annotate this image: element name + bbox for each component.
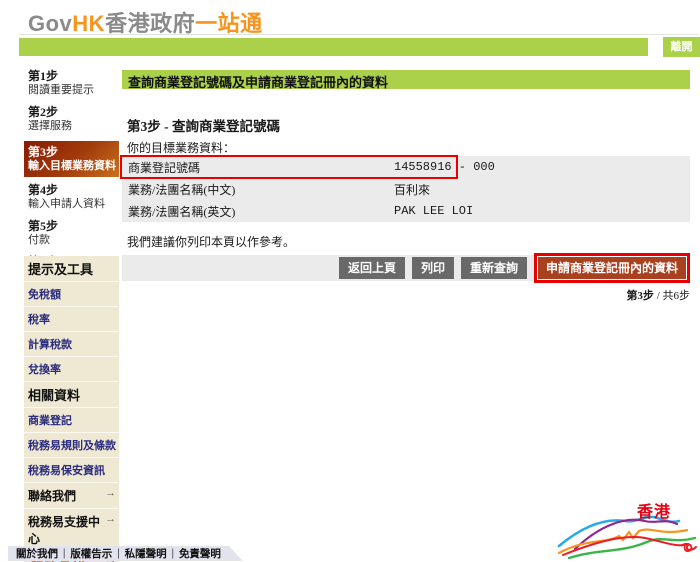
menu-link-exchange-rate[interactable]: 兌換率 (24, 357, 119, 382)
table-row-br-number: 商業登記號碼 14558916 - 000 (122, 156, 690, 178)
header-green-bar (19, 38, 648, 56)
footer-link-disclaimer[interactable]: 免責聲明 (179, 546, 221, 561)
logo-cn-gray: 香港政府 (105, 11, 195, 36)
govhk-page: GovHK香港政府一站通 離開 第1步 閱讀重要提示 第2步 選擇服務 第3步 … (0, 0, 700, 562)
step-2-label: 選擇服務 (28, 120, 119, 133)
menu-contact-us[interactable]: 聯絡我們 → (24, 483, 119, 509)
footer-separator: | (117, 548, 119, 559)
footer-link-about-us[interactable]: 關於我們 (16, 546, 58, 561)
menu-header-related: 相關資料 (24, 382, 119, 408)
step-4-number: 第4步 (28, 183, 119, 198)
exit-button[interactable]: 離開 (663, 37, 700, 57)
apply-extract-highlight-frame: 申請商業登記冊內的資料 (534, 253, 690, 283)
logo-hk: HK (72, 11, 105, 36)
name-english-value: PAK LEE LOI (394, 204, 473, 218)
intro-text: 你的目標業務資料： (127, 139, 235, 156)
support-centre-label: 稅務易支援中心 (28, 515, 100, 546)
step-2: 第2步 選擇服務 (24, 105, 119, 133)
step-indicator-current: 第3步 (626, 290, 654, 302)
step-indicator-total: / 共6步 (654, 290, 690, 302)
name-chinese-value: 百利來 (394, 181, 430, 198)
br-number-value: 14558916 - 000 (394, 160, 495, 174)
menu-link-business-registration[interactable]: 商業登記 (24, 408, 119, 433)
brand-hongkong-ribbon-icon (553, 494, 700, 562)
name-chinese-label: 業務/法團名稱(中文) (122, 181, 394, 198)
menu-link-etax-terms[interactable]: 稅務易規則及條款 (24, 433, 119, 458)
footer-link-privacy[interactable]: 私隱聲明 (125, 546, 167, 561)
menu-link-tax-computation[interactable]: 計算稅款 (24, 332, 119, 357)
new-search-button[interactable]: 重新查詢 (461, 257, 527, 279)
step-3-number: 第3步 (28, 145, 117, 160)
table-row-name-chinese: 業務/法團名稱(中文) 百利來 (122, 178, 690, 200)
br-number-label: 商業登記號碼 (122, 159, 394, 176)
page-title-bar: 查詢商業登記號碼及申請商業登記冊內的資料 (122, 70, 690, 89)
arrow-right-icon: → (105, 487, 116, 499)
action-button-bar: 返回上頁 列印 重新查詢 申請商業登記冊內的資料 (122, 255, 690, 281)
menu-link-etax-security[interactable]: 稅務易保安資訊 (24, 458, 119, 483)
print-button[interactable]: 列印 (412, 257, 454, 279)
contact-us-label: 聯絡我們 (28, 489, 76, 503)
step-2-number: 第2步 (28, 105, 119, 120)
back-button[interactable]: 返回上頁 (339, 257, 405, 279)
name-english-label: 業務/法團名稱(英文) (122, 203, 394, 220)
footer-separator: | (63, 548, 65, 559)
step-1-label: 閱讀重要提示 (28, 84, 119, 97)
step-3-label: 輸入目標業務資料 (28, 160, 117, 173)
menu-support-centre[interactable]: 稅務易支援中心 → (24, 509, 119, 552)
header-divider (19, 34, 699, 35)
step-5-label: 付款 (28, 234, 119, 247)
footer-link-copyright[interactable]: 版權告示 (70, 546, 112, 561)
step-3-active: 第3步 輸入目標業務資料 (24, 141, 119, 177)
step-1-number: 第1步 (28, 69, 119, 84)
step-heading: 第3步 - 查詢商業登記號碼 (127, 115, 280, 135)
step-1: 第1步 閱讀重要提示 (24, 69, 119, 97)
sidebar-menu: 提示及工具 免稅額 稅率 計算稅款 兌換率 相關資料 商業登記 稅務易規則及條款… (24, 256, 119, 562)
logo-gov: Gov (28, 11, 72, 36)
menu-link-allowances[interactable]: 免稅額 (24, 282, 119, 307)
menu-link-tax-rates[interactable]: 稅率 (24, 307, 119, 332)
step-5: 第5步 付款 (24, 219, 119, 247)
brand-hongkong-wordmark: 香港 (637, 498, 671, 522)
step-4-label: 輸入申請人資料 (28, 198, 119, 211)
logo-cn-orange: 一站通 (195, 11, 263, 36)
step-5-number: 第5步 (28, 219, 119, 234)
footer-separator: | (172, 548, 174, 559)
menu-header-tools: 提示及工具 (24, 256, 119, 282)
apply-extract-button[interactable]: 申請商業登記冊內的資料 (538, 257, 686, 279)
step-indicator: 第3步 / 共6步 (122, 287, 690, 303)
step-4: 第4步 輸入申請人資料 (24, 183, 119, 211)
arrow-right-icon: → (105, 513, 116, 525)
print-suggestion-note: 我們建議你列印本頁以作參考。 (127, 233, 295, 250)
footer-links-bar: 關於我們 | 版權告示 | 私隱聲明 | 免責聲明 (8, 546, 243, 561)
business-details-table: 商業登記號碼 14558916 - 000 業務/法團名稱(中文) 百利來 業務… (122, 156, 690, 222)
table-row-name-english: 業務/法團名稱(英文) PAK LEE LOI (122, 200, 690, 222)
